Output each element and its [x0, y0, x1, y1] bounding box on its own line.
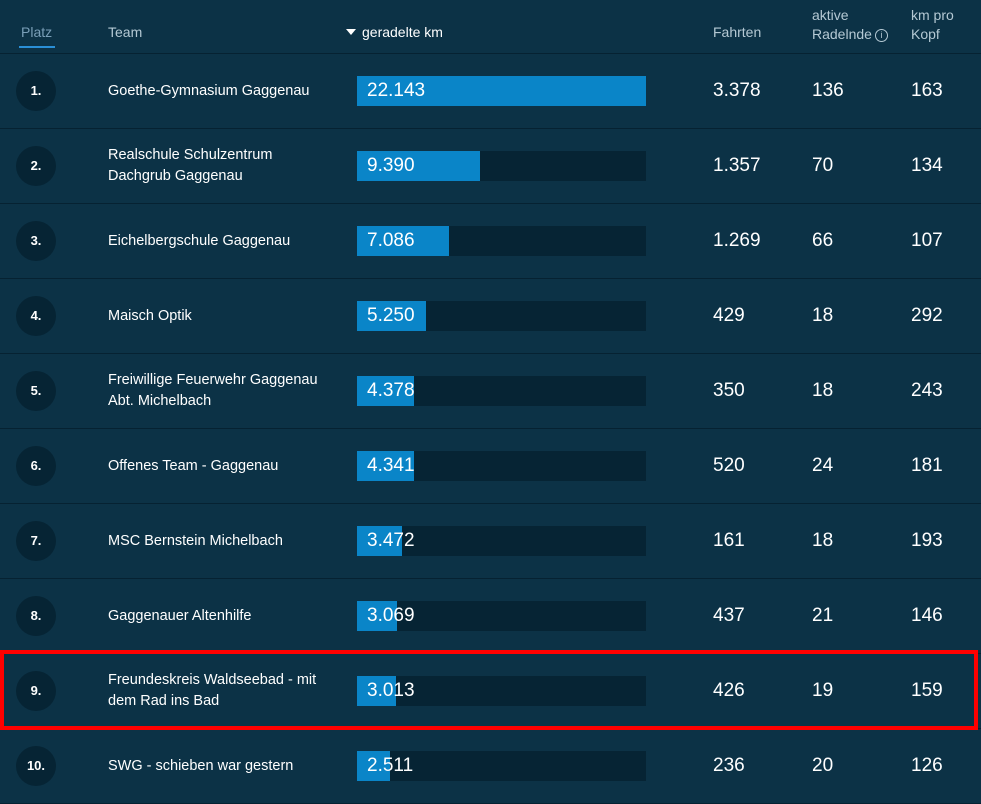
table-row[interactable]: 3. Eichelbergschule Gaggenau 7.086 1.269 66 1… [0, 204, 981, 279]
table-row[interactable]: 2. Realschule Schulzentrum Dachgrub Gagge… [0, 129, 981, 204]
km-value: 7.086 [367, 230, 415, 251]
fahrten-value: 161 [713, 530, 745, 551]
km-bar-track: 5.250 [357, 301, 646, 331]
km-pro-kopf-value: 159 [911, 680, 943, 701]
active-sort-underline [19, 46, 55, 48]
km-bar-track: 4.341 [357, 451, 646, 481]
fahrten-value: 520 [713, 455, 745, 476]
fahrten-value: 3.378 [713, 80, 761, 101]
rank-badge: 2. [16, 146, 56, 186]
aktive-radelnde-value: 19 [812, 680, 834, 701]
rank-badge: 4. [16, 296, 56, 336]
column-header-aktive-line2: Radelnde [812, 26, 872, 42]
km-bar-track: 3.069 [357, 601, 646, 631]
column-header-team[interactable]: Team [108, 24, 142, 40]
rank-badge: 8. [16, 596, 56, 636]
km-value: 9.390 [367, 155, 415, 176]
team-name[interactable]: Freundeskreis Waldseebad - mit dem Rad i… [108, 654, 338, 728]
table-row[interactable]: 6. Offenes Team - Gaggenau 4.341 520 24 181 [0, 429, 981, 504]
column-header-platz[interactable]: Platz [21, 24, 52, 40]
rank-badge: 10. [16, 746, 56, 786]
column-header-km-label: geradelte km [362, 24, 443, 40]
aktive-radelnde-value: 20 [812, 755, 834, 776]
column-header-km-pro-kopf[interactable]: km pro Kopf [911, 6, 954, 44]
km-pro-kopf-value: 243 [911, 380, 943, 401]
table-row[interactable]: 10. SWG - schieben war gestern 2.511 236 20 1… [0, 729, 981, 804]
fahrten-value: 350 [713, 380, 745, 401]
km-value: 2.511 [367, 755, 414, 776]
km-pro-kopf-value: 292 [911, 305, 943, 326]
rank-badge: 5. [16, 371, 56, 411]
aktive-radelnde-value: 24 [812, 455, 834, 476]
rank-badge: 7. [16, 521, 56, 561]
table-row[interactable]: 4. Maisch Optik 5.250 429 18 292 [0, 279, 981, 354]
rank-badge: 1. [16, 71, 56, 111]
table-row[interactable]: 8. Gaggenauer Altenhilfe 3.069 437 21 146 [0, 579, 981, 654]
team-name[interactable]: Eichelbergschule Gaggenau [108, 204, 338, 278]
km-bar-track: 4.378 [357, 376, 646, 406]
km-bar-track: 7.086 [357, 226, 646, 256]
km-bar-track: 9.390 [357, 151, 646, 181]
km-value: 3.069 [367, 605, 415, 626]
column-header-kmpro-line1: km pro [911, 7, 954, 23]
km-value: 3.013 [367, 680, 415, 701]
column-header-aktive-radelnde[interactable]: aktive Radelnde i [812, 6, 888, 44]
km-pro-kopf-value: 193 [911, 530, 943, 551]
team-name[interactable]: MSC Bernstein Michelbach [108, 504, 338, 578]
team-name[interactable]: Realschule Schulzentrum Dachgrub Gaggena… [108, 129, 338, 203]
table-header: Platz Team geradelte km Fahrten aktive Ra… [0, 0, 981, 54]
fahrten-value: 437 [713, 605, 745, 626]
table-row[interactable]: 5. Freiwillige Feuerwehr Gaggenau Abt. Mi… [0, 354, 981, 429]
aktive-radelnde-value: 70 [812, 155, 834, 176]
team-name[interactable]: Gaggenauer Altenhilfe [108, 579, 338, 653]
km-value: 5.250 [367, 305, 415, 326]
fahrten-value: 426 [713, 680, 745, 701]
leaderboard-table: Platz Team geradelte km Fahrten aktive Ra… [0, 0, 981, 804]
column-header-fahrten[interactable]: Fahrten [713, 24, 761, 40]
team-name[interactable]: SWG - schieben war gestern [108, 729, 338, 803]
km-pro-kopf-value: 107 [911, 230, 943, 251]
km-bar-track: 3.472 [357, 526, 646, 556]
km-value: 3.472 [367, 530, 415, 551]
table-row[interactable]: 9. Freundeskreis Waldseebad - mit dem Rad… [0, 654, 981, 729]
aktive-radelnde-value: 18 [812, 530, 834, 551]
team-name[interactable]: Offenes Team - Gaggenau [108, 429, 338, 503]
fahrten-value: 1.269 [713, 230, 761, 251]
team-name[interactable]: Goethe-Gymnasium Gaggenau [108, 54, 338, 128]
km-value: 4.378 [367, 380, 415, 401]
aktive-radelnde-value: 21 [812, 605, 834, 626]
team-name[interactable]: Freiwillige Feuerwehr Gaggenau Abt. Mich… [108, 354, 338, 428]
column-header-kmpro-line2: Kopf [911, 26, 940, 42]
km-bar-track: 3.013 [357, 676, 646, 706]
info-icon[interactable]: i [874, 28, 888, 42]
aktive-radelnde-value: 18 [812, 305, 834, 326]
km-bar-track: 22.143 [357, 76, 646, 106]
column-header-aktive-line1: aktive [812, 7, 849, 23]
column-header-km[interactable]: geradelte km [346, 24, 443, 40]
km-value: 4.341 [367, 455, 415, 476]
km-pro-kopf-value: 126 [911, 755, 943, 776]
table-row[interactable]: 7. MSC Bernstein Michelbach 3.472 161 18 193 [0, 504, 981, 579]
rank-badge: 9. [16, 671, 56, 711]
team-name[interactable]: Maisch Optik [108, 279, 338, 353]
aktive-radelnde-value: 136 [812, 80, 844, 101]
fahrten-value: 236 [713, 755, 745, 776]
km-pro-kopf-value: 134 [911, 155, 943, 176]
rank-badge: 3. [16, 221, 56, 261]
fahrten-value: 1.357 [713, 155, 761, 176]
sort-descending-icon [346, 29, 356, 36]
km-value: 22.143 [367, 80, 426, 101]
km-pro-kopf-value: 146 [911, 605, 943, 626]
km-bar-track: 2.511 [357, 751, 646, 781]
km-pro-kopf-value: 181 [911, 455, 943, 476]
table-row[interactable]: 1. Goethe-Gymnasium Gaggenau 22.143 3.378 13… [0, 54, 981, 129]
fahrten-value: 429 [713, 305, 745, 326]
rank-badge: 6. [16, 446, 56, 486]
km-pro-kopf-value: 163 [911, 80, 943, 101]
aktive-radelnde-value: 66 [812, 230, 834, 251]
aktive-radelnde-value: 18 [812, 380, 834, 401]
